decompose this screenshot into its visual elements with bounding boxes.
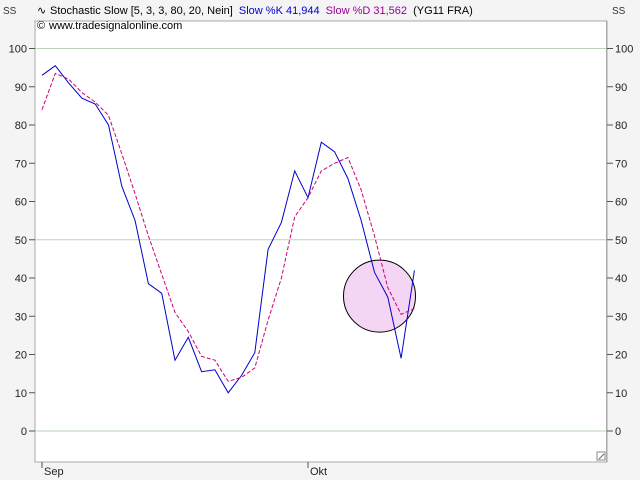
header-text: Stochastic Slow [5, 3, 3, 80, 20, Nein] … [50, 5, 473, 17]
y-tick-label-right: 20 [615, 350, 627, 362]
highlight-circle-layer [343, 259, 416, 333]
x-tick-label-okt: Okt [310, 466, 327, 478]
x-tick-label-sep: Sep [44, 466, 64, 478]
y-tick-label-left: 30 [15, 311, 27, 323]
k-value-label: Slow %K 41,944 [239, 5, 320, 17]
plot-area [34, 20, 608, 463]
y-tick-label-right: 30 [615, 311, 627, 323]
stochastic-wave-icon: ∿ [37, 5, 46, 17]
y-tick-label-left: 50 [15, 235, 27, 247]
y-tick-label-left: 70 [15, 158, 27, 170]
y-tick-label-left: 100 [9, 44, 27, 56]
y-tick-label-right: 70 [615, 158, 627, 170]
y-tick-label-right: 90 [615, 82, 627, 94]
highlight-circle [343, 259, 416, 333]
y-tick-label-right: 50 [615, 235, 627, 247]
resize-grip-icon[interactable] [596, 451, 606, 461]
y-tick-label-left: 60 [15, 197, 27, 209]
corner-label-left: SS [3, 6, 17, 17]
y-tick-label-left: 10 [15, 388, 27, 400]
y-tick-label-right: 80 [615, 120, 627, 132]
copyright-icon: © [37, 20, 45, 32]
right-axis-divider [606, 21, 607, 462]
y-tick-label-right: 10 [615, 388, 627, 400]
corner-label-right: SS [612, 6, 626, 17]
source-label: www.tradesignalonline.com [48, 20, 182, 32]
y-tick-label-right: 40 [615, 273, 627, 285]
stochastic-chart: ∿ Stochastic Slow [5, 3, 3, 80, 20, Nein… [3, 5, 633, 478]
y-tick-label-left: 20 [15, 350, 27, 362]
y-tick-label-left: 0 [21, 426, 27, 438]
y-tick-label-right: 60 [615, 197, 627, 209]
indicator-label: Stochastic Slow [5, 3, 3, 80, 20, Nein] [50, 5, 233, 17]
y-tick-label-right: 0 [615, 426, 621, 438]
y-tick-label-left: 40 [15, 273, 27, 285]
y-tick-label-right: 100 [615, 44, 633, 56]
y-tick-label-left: 80 [15, 120, 27, 132]
symbol-label: (YG11 FRA) [413, 5, 473, 17]
y-tick-label-left: 90 [15, 82, 27, 94]
d-value-label: Slow %D 31,562 [326, 5, 407, 17]
